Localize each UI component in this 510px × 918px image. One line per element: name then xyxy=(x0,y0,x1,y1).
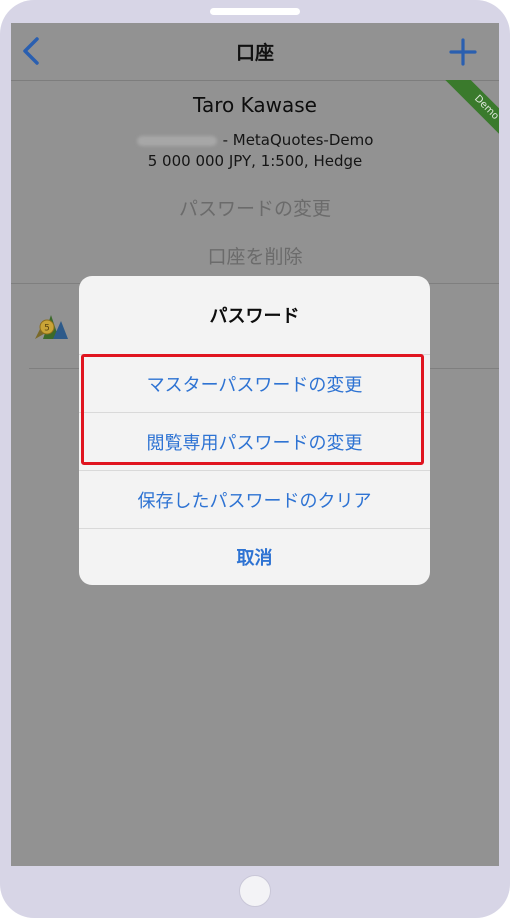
dialog-divider xyxy=(79,470,430,471)
screen: 口座 Demo Taro Kawase - MetaQuotes-Demo 5 … xyxy=(11,23,499,866)
account-details: 5 000 000 JPY, 1:500, Hedge xyxy=(147,152,363,170)
account-name: Taro Kawase xyxy=(193,93,317,117)
metatrader-logo-icon: 5 xyxy=(35,315,68,339)
account-server-line: - MetaQuotes-Demo xyxy=(11,131,499,149)
dialog-title: パスワード xyxy=(209,306,300,327)
redacted-account-number xyxy=(136,135,217,146)
plus-icon[interactable] xyxy=(449,38,477,66)
highlight-annotation xyxy=(81,354,424,465)
dialog-divider xyxy=(79,528,430,529)
svg-text:5: 5 xyxy=(44,324,50,334)
change-password-item[interactable]: パスワードの変更 xyxy=(11,194,499,221)
delete-account-item[interactable]: 口座を削除 xyxy=(11,242,499,269)
navigation-bar: 口座 xyxy=(11,23,499,81)
page-title: 口座 xyxy=(235,42,274,64)
speaker-grille xyxy=(210,8,300,15)
home-button[interactable] xyxy=(239,875,271,907)
phone-frame: 口座 Demo Taro Kawase - MetaQuotes-Demo 5 … xyxy=(0,0,510,918)
cancel-button[interactable]: 取消 xyxy=(79,544,430,570)
account-server: - MetaQuotes-Demo xyxy=(222,131,374,149)
clear-saved-password-option[interactable]: 保存したパスワードのクリア xyxy=(79,487,430,513)
